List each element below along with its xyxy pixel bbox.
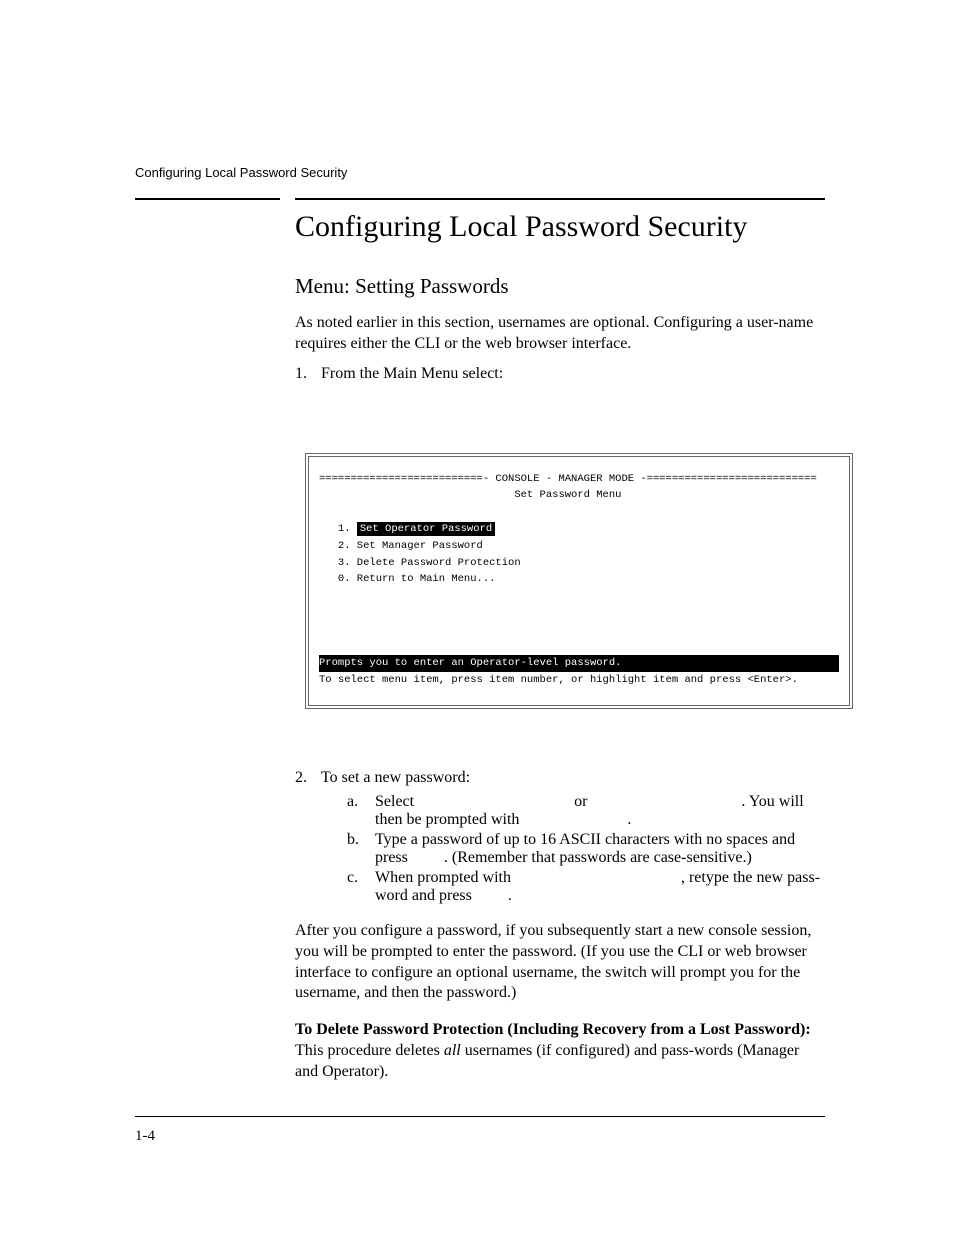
- list-item: a. Select or . You will then be prompted…: [347, 793, 825, 829]
- list-number: 2.: [295, 769, 321, 787]
- list-text: When prompted with , retype the new pass…: [375, 869, 825, 905]
- console-line: 1.: [319, 523, 357, 535]
- list-item: b. Type a password of up to 16 ASCII cha…: [347, 831, 825, 867]
- list-item: 1. From the Main Menu select:: [295, 365, 825, 383]
- list-text: To set a new password:: [321, 769, 825, 787]
- list-letter: b.: [347, 831, 375, 849]
- list-letter: c.: [347, 869, 375, 887]
- console-line: 3. Delete Password Protection: [319, 557, 521, 569]
- console-subheader: Set Password Menu: [319, 489, 621, 501]
- console-status-bar: Prompts you to enter an Operator-level p…: [319, 655, 839, 672]
- running-head: Configuring Local Password Security: [135, 165, 825, 180]
- console-line: 2. Set Manager Password: [319, 540, 483, 552]
- sub-list: a. Select or . You will then be prompted…: [347, 793, 825, 905]
- content-column: Configuring Local Password Security Menu…: [295, 210, 825, 1083]
- delete-heading: To Delete Password Protection (Including…: [295, 1021, 811, 1038]
- console-screenshot: ==========================- CONSOLE - MA…: [305, 453, 853, 709]
- list-letter: a.: [347, 793, 375, 811]
- delete-paragraph: To Delete Password Protection (Including…: [295, 1020, 825, 1082]
- emphasis-all: all: [444, 1042, 461, 1059]
- list-item: c. When prompted with , retype the new p…: [347, 869, 825, 905]
- ordered-list: 1. From the Main Menu select:: [295, 365, 825, 383]
- section-subtitle: Menu: Setting Passwords: [295, 274, 825, 299]
- ordered-list: 2. To set a new password: a. Select or .…: [295, 769, 825, 905]
- list-text: Select or . You will then be prompted wi…: [375, 793, 825, 829]
- bottom-rule: [135, 1116, 825, 1117]
- after-paragraph: After you configure a password, if you s…: [295, 921, 825, 1004]
- console-line: 0. Return to Main Menu...: [319, 573, 495, 585]
- console-help-line: To select menu item, press item number, …: [319, 674, 798, 686]
- page-number: 1-4: [135, 1128, 155, 1145]
- intro-paragraph: As noted earlier in this section, userna…: [295, 313, 825, 355]
- list-item: 2. To set a new password: a. Select or .…: [295, 769, 825, 905]
- list-text: From the Main Menu select:: [321, 365, 503, 383]
- page-title: Configuring Local Password Security: [295, 210, 825, 244]
- console-header: ==========================- CONSOLE - MA…: [319, 473, 817, 485]
- list-number: 1.: [295, 365, 321, 383]
- console-selected-item: Set Operator Password: [357, 522, 495, 536]
- list-text: Type a password of up to 16 ASCII charac…: [375, 831, 825, 867]
